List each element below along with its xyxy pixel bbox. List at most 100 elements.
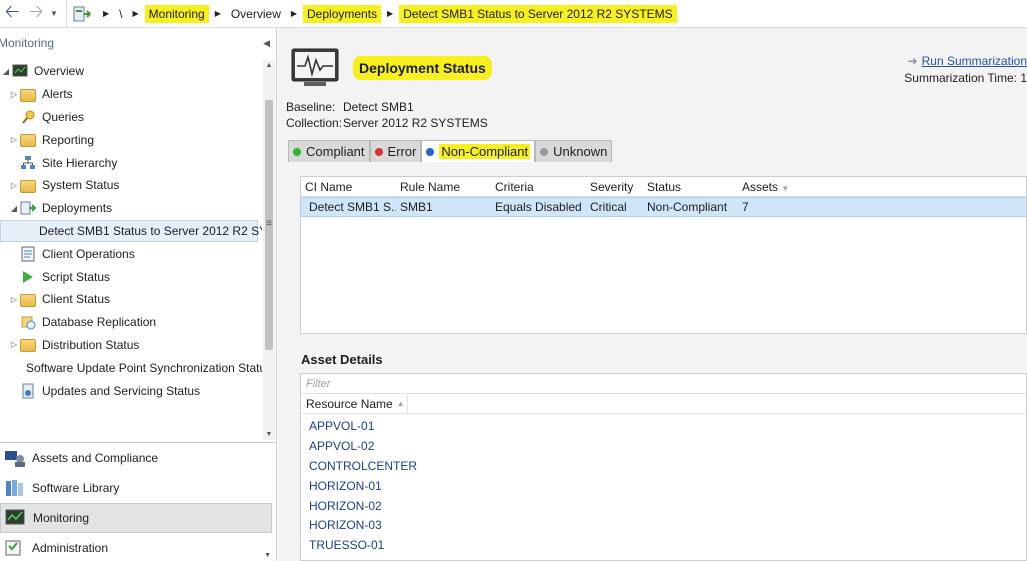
script-icon (23, 270, 33, 283)
cell-status: Non-Compliant (647, 200, 728, 214)
collapsed-arrow-icon[interactable]: ▷ (8, 340, 20, 349)
collapse-pane-icon[interactable]: ◀ (263, 38, 270, 49)
scroll-up-icon[interactable]: ▲ (263, 62, 275, 69)
forward-arrow-icon[interactable]: 🡢 (24, 1, 48, 26)
tree-item-detect-smb1-deployment[interactable]: Detect SMB1 Status to Server 2012 R2 SYS… (0, 219, 262, 243)
tree-item-label: Script Status (42, 269, 111, 284)
workspace-monitoring[interactable]: Monitoring (0, 503, 272, 533)
scroll-down-icon[interactable]: ▼ (264, 552, 271, 559)
breadcrumb-separator-icon: ▶ (290, 9, 298, 18)
folder-icon (20, 179, 36, 193)
monitoring-icon (5, 509, 25, 525)
software-library-icon (6, 480, 23, 496)
expanded-arrow-icon[interactable]: ◢ (0, 67, 12, 76)
list-item[interactable]: APPVOL-02 (301, 436, 1026, 456)
tree-item-updates-servicing[interactable]: Updates and Servicing Status (0, 379, 262, 402)
tab-error[interactable]: Error (369, 140, 422, 162)
tree-item-client-status[interactable]: ▷ Client Status (0, 288, 262, 311)
navigation-pane: Monitoring ◀ ◢ Overview ▷ Alerts Queries… (0, 28, 277, 561)
sort-up-icon: ▲ (396, 399, 405, 408)
collection-value: Server 2012 R2 SYSTEMS (343, 116, 488, 130)
tree-item-label: Queries (42, 109, 85, 124)
tree-item-queries[interactable]: Queries (0, 106, 262, 129)
column-header-label: Assets (742, 179, 779, 194)
tree-item-script-status[interactable]: Script Status (0, 265, 262, 288)
baseline-value: Detect SMB1 (343, 100, 414, 114)
tree-scrollbar[interactable]: ▲ ▼ (263, 60, 275, 440)
tree-item-site-hierarchy[interactable]: Site Hierarchy (0, 151, 262, 174)
tree-item-label: Client Status (42, 292, 111, 307)
tree-item-overview[interactable]: ◢ Overview (0, 60, 262, 83)
cell-rule-name: SMB1 (400, 200, 433, 214)
workspace-label: Administration (32, 541, 109, 555)
tree-item-reporting[interactable]: ▷ Reporting (0, 128, 262, 151)
breadcrumb-overview[interactable]: Overview (227, 5, 285, 23)
list-item[interactable]: TRUESSO-01 (301, 535, 1026, 555)
breadcrumb-deployments[interactable]: Deployments (303, 4, 382, 23)
tab-label: Compliant (306, 144, 365, 159)
collapsed-arrow-icon[interactable]: ▷ (8, 90, 20, 99)
tree-item-label: Reporting (42, 132, 95, 147)
back-arrow-icon[interactable]: 🡠 (0, 1, 24, 26)
list-item[interactable]: HORIZON-03 (301, 515, 1026, 535)
blue-dot-icon (426, 147, 435, 156)
tree-item-software-update-point-sync[interactable]: Software Update Point Synchronization St… (0, 356, 262, 379)
tab-unknown[interactable]: Unknown (535, 140, 613, 162)
tree-item-system-status[interactable]: ▷ System Status (0, 174, 262, 197)
database-replication-icon (21, 316, 36, 330)
history-dropdown-icon[interactable]: ▼ (48, 9, 60, 18)
collapsed-arrow-icon[interactable]: ▷ (8, 135, 20, 144)
breadcrumb-monitoring[interactable]: Monitoring (144, 4, 209, 23)
folder-icon (20, 339, 36, 353)
collapsed-arrow-icon[interactable]: ▷ (8, 181, 20, 190)
navigation-pane-header: Monitoring ◀ (0, 28, 276, 58)
cell-assets: 7 (742, 200, 749, 214)
tree-item-deployments[interactable]: ◢ Deployments (0, 197, 262, 220)
table-row[interactable]: Detect SMB1 S... SMB1 Equals Disabled Cr… (301, 197, 1026, 217)
column-header-assets[interactable]: Assets ▼ (738, 180, 833, 194)
tab-label: Error (387, 144, 417, 159)
deployment-status-icon (291, 48, 339, 86)
column-header-resource-name[interactable]: Resource Name ▲ (301, 394, 408, 413)
list-item[interactable]: HORIZON-01 (301, 476, 1026, 496)
column-header-status[interactable]: Status (643, 180, 738, 194)
workspace-administration[interactable]: Administration (0, 533, 276, 561)
breadcrumb-root[interactable]: \ (115, 5, 126, 23)
list-item[interactable]: CONTROLCENTER (301, 456, 1026, 476)
grid-header: CI Name Rule Name Criteria Severity Stat… (301, 177, 1026, 197)
collapsed-arrow-icon[interactable]: ▷ (8, 295, 20, 304)
tree-item-label: Client Operations (42, 246, 135, 261)
folder-icon (20, 88, 36, 102)
splitter-grip-icon[interactable]: ≡ (266, 218, 272, 229)
column-header-ci-name[interactable]: CI Name (301, 180, 396, 194)
expanded-arrow-icon[interactable]: ◢ (8, 204, 20, 213)
tree-item-label: Overview (34, 64, 85, 79)
workspace-software-library[interactable]: Software Library (0, 473, 276, 503)
tree-item-distribution-status[interactable]: ▷ Distribution Status (0, 334, 262, 357)
list-item[interactable]: HORIZON-02 (301, 496, 1026, 516)
navigation-tree: ◢ Overview ▷ Alerts Queries ▷ Reporting … (0, 60, 262, 440)
cell-criteria: Equals Disabled (495, 200, 582, 214)
tree-item-database-replication[interactable]: Database Replication (0, 311, 262, 334)
sort-arrow-icon: ▼ (781, 183, 790, 193)
scroll-down-icon[interactable]: ▼ (263, 431, 275, 438)
breadcrumb-separator-icon: ▶ (214, 9, 221, 18)
tree-item-client-operations[interactable]: Client Operations (0, 242, 262, 265)
client-operations-icon (21, 246, 35, 262)
status-tabs: Compliant Error Non-Compliant Unknown (288, 140, 613, 162)
cell-severity: Critical (590, 200, 627, 214)
filter-input[interactable]: Filter (301, 374, 1026, 394)
page-title: Deployment Status (353, 56, 492, 80)
tab-compliant[interactable]: Compliant (288, 140, 370, 162)
tree-item-alerts[interactable]: ▷ Alerts (0, 83, 262, 106)
run-summarization-link[interactable]: ➜ Run Summarization (908, 54, 1027, 68)
column-header-severity[interactable]: Severity (586, 180, 643, 194)
updates-icon (22, 383, 34, 399)
column-header-rule-name[interactable]: Rule Name (396, 180, 491, 194)
breadcrumb-current-deployment[interactable]: Detect SMB1 Status to Server 2012 R2 SYS… (399, 4, 677, 23)
column-header-criteria[interactable]: Criteria (491, 180, 586, 194)
list-item[interactable]: APPVOL-01 (301, 416, 1026, 436)
tab-non-compliant[interactable]: Non-Compliant (421, 140, 536, 162)
workspace-label: Monitoring (33, 511, 90, 525)
workspace-assets-and-compliance[interactable]: Assets and Compliance (0, 443, 276, 473)
